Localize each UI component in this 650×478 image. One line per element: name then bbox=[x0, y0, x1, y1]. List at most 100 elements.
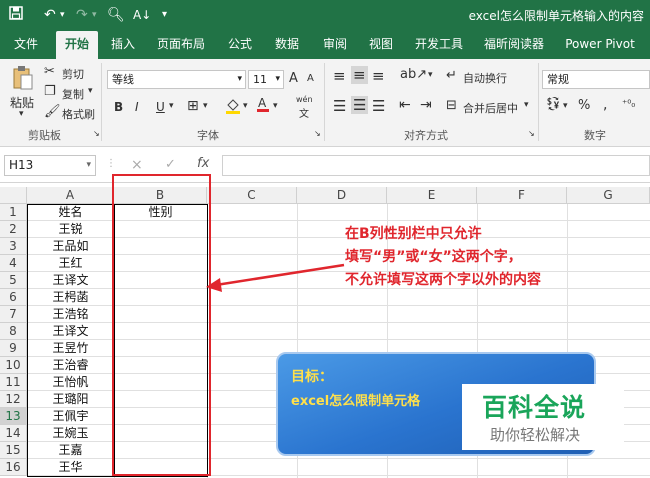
comma-style-icon[interactable]: , bbox=[603, 97, 607, 113]
grow-font-button[interactable]: A bbox=[289, 71, 298, 86]
row-header[interactable]: 16 bbox=[0, 459, 27, 476]
border-dropdown-icon[interactable]: ▾ bbox=[203, 101, 208, 111]
row-header[interactable]: 10 bbox=[0, 357, 27, 374]
align-right-icon[interactable]: ☰ bbox=[372, 97, 385, 115]
customize-quick-access-icon[interactable]: ▾ bbox=[162, 6, 167, 24]
row-header[interactable]: 3 bbox=[0, 238, 27, 255]
cell-a1[interactable]: 姓名 bbox=[27, 204, 114, 221]
wrap-text-button[interactable]: 自动换行 bbox=[463, 70, 507, 86]
insert-function-button[interactable]: fx bbox=[197, 156, 209, 171]
save-icon[interactable] bbox=[9, 6, 23, 25]
row-header[interactable]: 1 bbox=[0, 204, 27, 221]
row-header-selected[interactable]: 13 bbox=[0, 408, 27, 425]
cell-a3[interactable]: 王品如 bbox=[27, 238, 114, 255]
align-top-icon[interactable]: ≡ bbox=[333, 67, 346, 85]
row-header[interactable]: 14 bbox=[0, 425, 27, 442]
border-icon[interactable]: ⊞ bbox=[187, 98, 199, 114]
cell-a4[interactable]: 王红 bbox=[27, 255, 114, 272]
redo-dropdown-icon[interactable]: ▾ bbox=[92, 6, 97, 24]
tab-review[interactable]: 审阅 bbox=[316, 31, 354, 59]
undo-icon[interactable]: ↶ bbox=[44, 6, 56, 24]
clipboard-launcher-icon[interactable]: ↘ bbox=[93, 129, 100, 138]
fill-color-dropdown-icon[interactable]: ▾ bbox=[243, 101, 248, 111]
font-launcher-icon[interactable]: ↘ bbox=[314, 129, 321, 138]
font-color-dropdown-icon[interactable]: ▾ bbox=[273, 101, 278, 111]
row-header[interactable]: 11 bbox=[0, 374, 27, 391]
italic-button[interactable]: I bbox=[135, 100, 139, 114]
align-middle-icon[interactable]: ≡ bbox=[351, 66, 368, 84]
formula-bar-grip-icon[interactable]: ⋮ bbox=[106, 158, 116, 169]
fill-color-icon[interactable] bbox=[225, 97, 241, 118]
cell-a5[interactable]: 王译文 bbox=[27, 272, 114, 289]
font-name-select[interactable]: 等线 ▾ bbox=[107, 70, 246, 89]
tab-foxit-reader[interactable]: 福昕阅读器 bbox=[478, 31, 550, 59]
row-header[interactable]: 12 bbox=[0, 391, 27, 408]
row-header[interactable]: 4 bbox=[0, 255, 27, 272]
copy-dropdown-icon[interactable]: ▾ bbox=[88, 86, 93, 96]
cell-a7[interactable]: 王浩铭 bbox=[27, 306, 114, 323]
name-box[interactable]: H13 ▾ bbox=[4, 155, 96, 176]
align-bottom-icon[interactable]: ≡ bbox=[372, 67, 385, 85]
increase-decimal-icon[interactable]: ⁺⁰₀ bbox=[622, 99, 635, 110]
merge-center-button[interactable]: 合并后居中 bbox=[463, 100, 518, 116]
tab-data[interactable]: 数据 bbox=[268, 31, 306, 59]
cell-a16[interactable]: 王华 bbox=[27, 459, 114, 476]
formula-input[interactable] bbox=[222, 155, 650, 176]
underline-button[interactable]: U bbox=[156, 100, 165, 114]
bold-button[interactable]: B bbox=[114, 100, 123, 114]
tab-file[interactable]: 文件 bbox=[6, 31, 46, 59]
cancel-entry-button[interactable]: × bbox=[131, 157, 143, 173]
tab-power-pivot[interactable]: Power Pivot bbox=[560, 31, 640, 59]
row-header[interactable]: 2 bbox=[0, 221, 27, 238]
align-center-icon[interactable]: ☰ bbox=[351, 96, 369, 114]
tab-insert[interactable]: 插入 bbox=[104, 31, 142, 59]
cell-a9[interactable]: 王昱竹 bbox=[27, 340, 114, 357]
merge-center-dropdown-icon[interactable]: ▾ bbox=[524, 100, 529, 110]
copy-icon[interactable]: ❐ bbox=[44, 84, 56, 99]
cell-a14[interactable]: 王婉玉 bbox=[27, 425, 114, 442]
cut-button[interactable]: 剪切 bbox=[62, 66, 84, 82]
redo-icon[interactable]: ↷ bbox=[76, 6, 88, 24]
cell-a2[interactable]: 王锐 bbox=[27, 221, 114, 238]
cell-a11[interactable]: 王怡帆 bbox=[27, 374, 114, 391]
accounting-dropdown-icon[interactable]: ▾ bbox=[563, 101, 568, 111]
orientation-dropdown-icon[interactable]: ▾ bbox=[428, 70, 433, 80]
column-header[interactable]: F bbox=[477, 187, 567, 204]
column-header[interactable]: G bbox=[567, 187, 650, 204]
merge-center-icon[interactable]: ⊟ bbox=[446, 98, 457, 113]
wrap-text-icon[interactable]: ↵ bbox=[446, 68, 457, 83]
percent-style-button[interactable]: % bbox=[578, 98, 590, 113]
tab-view[interactable]: 视图 bbox=[362, 31, 400, 59]
tab-formulas[interactable]: 公式 bbox=[222, 31, 258, 59]
column-header[interactable]: E bbox=[387, 187, 477, 204]
row-header[interactable]: 5 bbox=[0, 272, 27, 289]
cut-icon[interactable]: ✂ bbox=[44, 64, 55, 79]
shrink-font-button[interactable]: A bbox=[307, 73, 314, 84]
number-format-select[interactable]: 常规 bbox=[542, 70, 650, 89]
undo-dropdown-icon[interactable]: ▾ bbox=[60, 6, 65, 24]
decrease-indent-icon[interactable]: ⇤ bbox=[399, 97, 411, 113]
sort-ascending-icon[interactable]: A↓ bbox=[133, 6, 151, 24]
name-box-dropdown-icon[interactable]: ▾ bbox=[86, 156, 91, 175]
increase-indent-icon[interactable]: ⇥ bbox=[420, 97, 432, 113]
tab-home[interactable]: 开始 bbox=[56, 31, 98, 59]
column-header[interactable]: C bbox=[207, 187, 297, 204]
row-header[interactable]: 6 bbox=[0, 289, 27, 306]
cell-a8[interactable]: 王译文 bbox=[27, 323, 114, 340]
accounting-format-icon[interactable]: 💱︎ bbox=[545, 97, 562, 112]
font-size-select[interactable]: 11 ▾ bbox=[248, 70, 284, 89]
cell-a13[interactable]: 王佩宇 bbox=[27, 408, 114, 425]
phonetic-guide-button[interactable]: wén bbox=[296, 95, 313, 104]
underline-dropdown-icon[interactable]: ▾ bbox=[169, 101, 174, 111]
row-header[interactable]: 8 bbox=[0, 323, 27, 340]
column-header[interactable]: A bbox=[27, 187, 114, 204]
font-name-dropdown-icon[interactable]: ▾ bbox=[237, 71, 242, 88]
paste-icon[interactable] bbox=[12, 65, 34, 94]
cell-a10[interactable]: 王治睿 bbox=[27, 357, 114, 374]
select-all-corner[interactable] bbox=[0, 187, 27, 204]
row-header[interactable]: 9 bbox=[0, 340, 27, 357]
font-size-dropdown-icon[interactable]: ▾ bbox=[275, 71, 280, 88]
alignment-launcher-icon[interactable]: ↘ bbox=[528, 129, 535, 138]
tab-page-layout[interactable]: 页面布局 bbox=[152, 31, 210, 59]
confirm-entry-button[interactable]: ✓ bbox=[165, 157, 176, 172]
